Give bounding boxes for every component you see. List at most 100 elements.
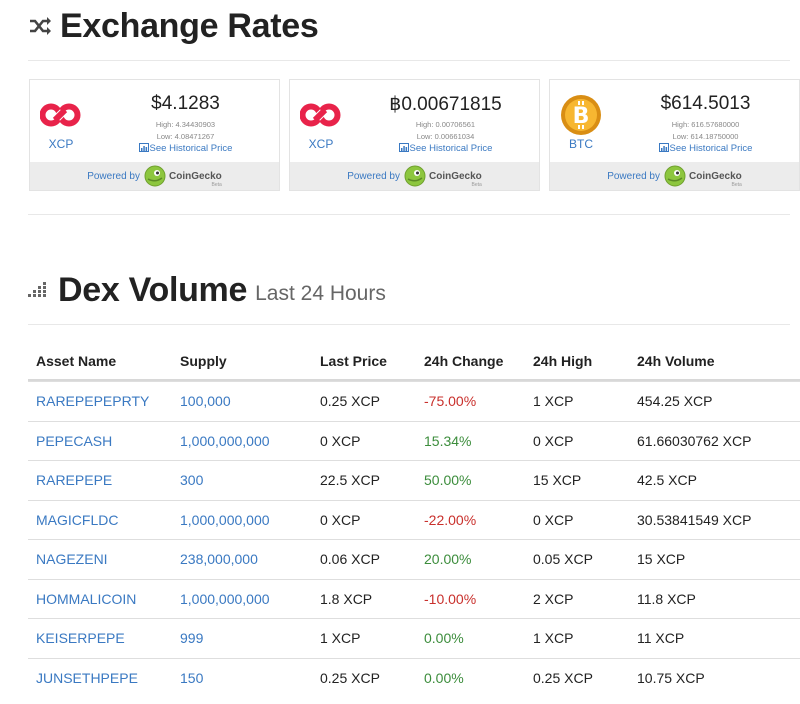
table-header-row: Asset Name Supply Last Price 24h Change … <box>28 343 800 381</box>
coingecko-logo <box>664 165 686 187</box>
cell-volume: 11 XCP <box>637 630 685 647</box>
cell-supply[interactable]: 100,000 <box>180 382 231 421</box>
column-header-high[interactable]: 24h High <box>533 343 592 379</box>
coingecko-logo <box>144 165 166 187</box>
cell-asset-name[interactable]: PEPECASH <box>36 422 112 461</box>
cell-high: 0.05 XCP <box>533 551 593 568</box>
cell-change: 0.00% <box>424 669 464 686</box>
cell-last-price: 1.8 XCP <box>320 590 373 607</box>
table-row: RAREPEPE 300 22.5 XCP 50.00% 15 XCP 42.5 XCP <box>28 460 800 500</box>
table-row: RAREPEPEPRTY 100,000 0.25 XCP -75.00% 1 XCP 4… <box>28 381 800 421</box>
section-subtitle: Last 24 Hours <box>255 282 386 305</box>
cell-asset-name[interactable]: HOMMALICOIN <box>36 580 136 619</box>
price-low: Low: 614.18750000 <box>672 132 739 141</box>
cell-change: -75.00% <box>424 393 477 410</box>
table-row: HOMMALICOIN 1,000,000,000 1.8 XCP -10.00% 2 … <box>28 578 800 619</box>
column-header-supply[interactable]: Supply <box>180 343 227 379</box>
chart-icon <box>138 143 149 155</box>
column-header-last-price[interactable]: Last Price <box>320 343 387 379</box>
cell-asset-name[interactable]: NAGEZENI <box>36 540 108 579</box>
chart-icon <box>398 143 409 155</box>
table-row: JUNSETHPEPE 150 0.25 XCP 0.00% 0.25 XCP 10.75… <box>28 657 800 698</box>
cell-volume: 30.53841549 XCP <box>637 511 752 528</box>
cell-change: 0.00% <box>424 630 464 647</box>
cell-asset-name[interactable]: RAREPEPE <box>36 461 112 500</box>
exchange-rates-header: Exchange Rates <box>28 4 319 48</box>
beta-label: Beta <box>731 181 742 188</box>
cell-last-price: 22.5 XCP <box>320 472 380 489</box>
coin-price: $4.1283 <box>151 93 220 114</box>
page-title: Exchange Rates <box>60 6 319 45</box>
cell-supply[interactable]: 238,000,000 <box>180 540 258 579</box>
cell-last-price: 1 XCP <box>320 630 361 647</box>
column-header-volume[interactable]: 24h Volume <box>637 343 715 379</box>
divider <box>28 324 790 325</box>
price-high: High: 616.57680000 <box>671 120 740 129</box>
historical-price-link[interactable]: See Historical Price <box>352 143 539 155</box>
cell-volume: 10.75 XCP <box>637 669 705 686</box>
cell-high: 0.25 XCP <box>533 669 593 686</box>
powered-by-label: Powered by <box>347 170 400 182</box>
cell-high: 1 XCP <box>533 393 574 410</box>
coin-price: $614.5013 <box>660 93 751 114</box>
cell-last-price: 0 XCP <box>320 511 361 528</box>
historical-price-link[interactable]: See Historical Price <box>92 143 279 155</box>
cell-supply[interactable]: 300 <box>180 461 203 500</box>
counterparty-logo <box>39 94 82 136</box>
historical-price-label: See Historical Price <box>149 143 233 154</box>
column-header-change[interactable]: 24h Change <box>424 343 503 379</box>
cell-volume: 454.25 XCP <box>637 393 713 410</box>
price-high: High: 4.34430903 <box>155 120 216 129</box>
cell-last-price: 0.06 XCP <box>320 551 380 568</box>
cell-change: -22.00% <box>424 511 477 528</box>
cell-high: 15 XCP <box>533 472 582 489</box>
cell-supply[interactable]: 1,000,000,000 <box>180 501 270 540</box>
cell-asset-name[interactable]: RAREPEPEPRTY <box>36 382 149 421</box>
coin-symbol[interactable]: BTC <box>550 137 612 151</box>
exchange-card-btc: B BTC $614.5013 High: 616.57680000 Low: 614.… <box>549 79 800 191</box>
table-row: NAGEZENI 238,000,000 0.06 XCP 20.00% 0.05 XC… <box>28 539 800 579</box>
cell-asset-name[interactable]: JUNSETHPEPE <box>36 659 138 698</box>
powered-by-footer[interactable]: Powered by CoinGecko Beta <box>30 162 279 190</box>
cell-high: 0 XCP <box>533 511 574 528</box>
column-header-asset[interactable]: Asset Name <box>36 343 116 379</box>
coin-symbol[interactable]: XCP <box>290 137 352 151</box>
exchange-card-xcp: XCP ฿0.00671815 High: 0.00706561 Low: 0.006… <box>289 79 540 191</box>
divider <box>28 214 790 215</box>
coingecko-logo <box>404 165 426 187</box>
cell-supply[interactable]: 150 <box>180 659 203 698</box>
svg-text:B: B <box>573 104 590 129</box>
coin-symbol[interactable]: XCP <box>30 137 92 151</box>
chart-icon <box>658 143 669 155</box>
coin-price: ฿0.00671815 <box>389 94 502 115</box>
cell-volume: 61.66030762 XCP <box>637 432 752 449</box>
historical-price-label: See Historical Price <box>669 143 753 154</box>
beta-label: Beta <box>211 181 222 188</box>
shuffle-icon <box>28 16 52 36</box>
cell-asset-name[interactable]: KEISERPEPE <box>36 619 125 658</box>
price-low: Low: 0.00661034 <box>416 132 475 141</box>
powered-by-footer[interactable]: Powered by CoinGecko Beta <box>550 162 799 190</box>
section-title: Dex Volume <box>58 270 248 309</box>
historical-price-link[interactable]: See Historical Price <box>612 143 799 155</box>
dex-volume-header: Dex Volume Last 24 Hours <box>28 268 386 312</box>
powered-by-label: Powered by <box>87 170 140 182</box>
cell-high: 1 XCP <box>533 630 574 647</box>
price-high: High: 0.00706561 <box>415 120 476 129</box>
cell-volume: 15 XCP <box>637 551 686 568</box>
cell-supply[interactable]: 1,000,000,000 <box>180 422 270 461</box>
cell-change: -10.00% <box>424 590 477 607</box>
cell-change: 15.34% <box>424 432 472 449</box>
cell-last-price: 0.25 XCP <box>320 669 380 686</box>
cell-high: 2 XCP <box>533 590 574 607</box>
table-row: PEPECASH 1,000,000,000 0 XCP 15.34% 0 XCP 61.… <box>28 420 800 461</box>
cell-asset-name[interactable]: MAGICFLDC <box>36 501 118 540</box>
cell-supply[interactable]: 999 <box>180 619 203 658</box>
cell-supply[interactable]: 1,000,000,000 <box>180 580 270 619</box>
coingecko-brand: CoinGecko Beta <box>689 171 742 188</box>
coingecko-text: CoinGecko <box>169 170 222 182</box>
exchange-card-xcp: XCP $4.1283 High: 4.34430903 Low: 4.0847126… <box>29 79 280 191</box>
coingecko-brand: CoinGecko Beta <box>169 170 222 188</box>
powered-by-footer[interactable]: Powered by CoinGecko Beta <box>290 162 539 190</box>
cell-volume: 11.8 XCP <box>637 590 696 607</box>
